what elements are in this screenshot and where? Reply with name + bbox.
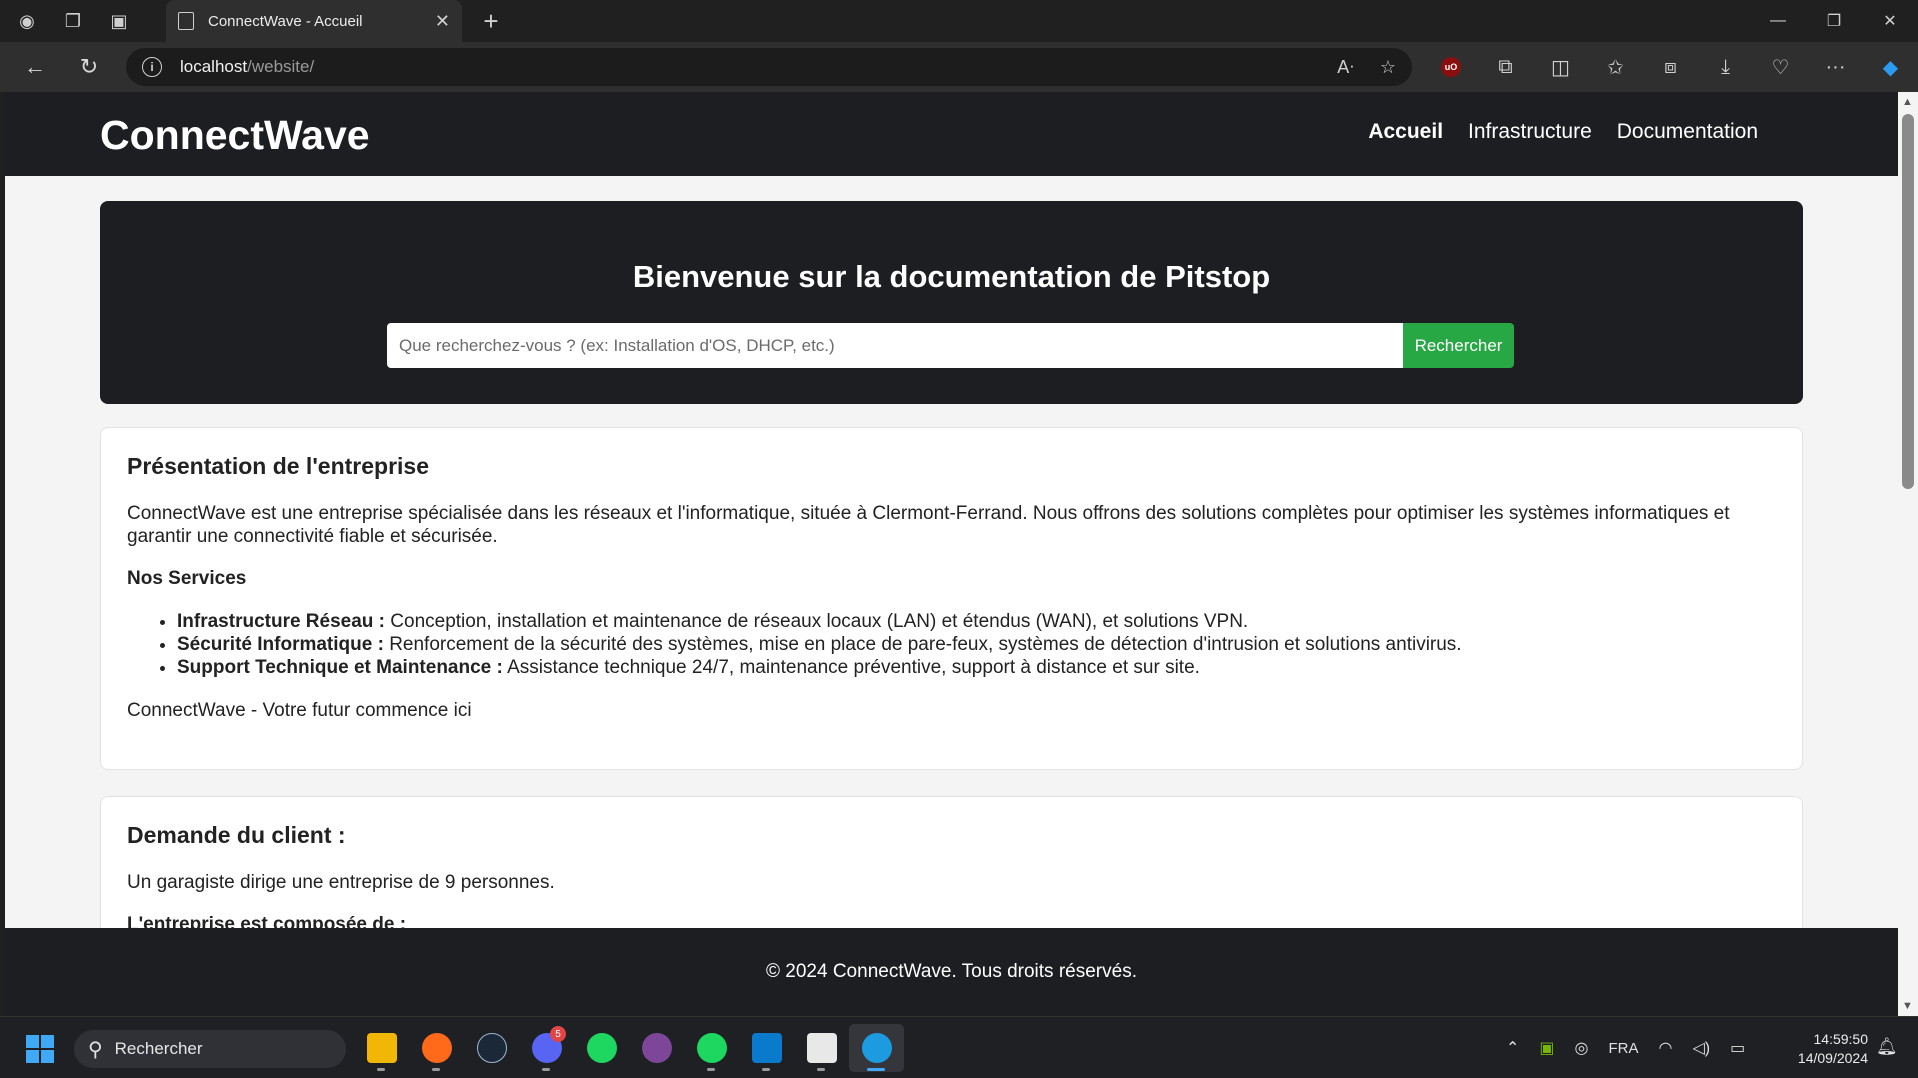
list-item: Sécurité Informatique : Renforcement de … <box>177 633 1776 656</box>
windows-start-icon[interactable] <box>26 1035 54 1063</box>
discord-badge: 5 <box>550 1026 566 1042</box>
page-scrollbar[interactable]: ▲ ▼ <box>1898 92 1918 1016</box>
nav-infrastructure[interactable]: Infrastructure <box>1468 120 1592 144</box>
hero-title: Bienvenue sur la documentation de Pitsto… <box>632 259 1271 294</box>
service-desc: Conception, installation et maintenance … <box>385 611 1249 632</box>
footer-copyright: © 2024 ConnectWave. Tous droits réservés… <box>766 961 1137 982</box>
steam-tray-icon[interactable]: ◎ <box>1575 1038 1589 1058</box>
tab-title: ConnectWave - Accueil <box>208 12 363 30</box>
nav-accueil[interactable]: Accueil <box>1368 120 1443 144</box>
battery-icon[interactable]: ▭ <box>1730 1038 1745 1058</box>
clock[interactable]: 14:59:50 14/09/2024 <box>1786 1030 1868 1068</box>
site-brand[interactable]: ConnectWave <box>100 112 370 159</box>
notification-bell-icon[interactable]: 🔔︎ <box>1876 1037 1898 1057</box>
service-name: Support Technique et Maintenance : <box>177 657 503 678</box>
service-desc: Assistance technique 24/7, maintenance p… <box>502 657 1200 678</box>
steam-icon[interactable] <box>464 1024 519 1072</box>
browser-essentials-icon[interactable]: ♡ <box>1753 42 1808 92</box>
refresh-icon[interactable]: ↻ <box>62 42 116 92</box>
service-desc: Renforcement de la sécurité des systèmes… <box>383 634 1462 655</box>
window-close-icon[interactable]: ✕ <box>1862 0 1918 42</box>
taskbar-search[interactable]: ⚲ Rechercher <box>74 1030 346 1068</box>
site-header: ConnectWave Accueil Infrastructure Docum… <box>5 92 1898 176</box>
presentation-card: Présentation de l'entreprise ConnectWave… <box>100 427 1803 770</box>
browser-extensions: uO ⧉ ◫ ✩ ⧈ ⤓ ♡ ··· ◆ <box>1424 42 1918 92</box>
page-viewport: ConnectWave Accueil Infrastructure Docum… <box>5 92 1898 1016</box>
snipping-tool-icon[interactable] <box>794 1024 849 1072</box>
profile-avatar-icon[interactable]: ◉ <box>4 0 50 42</box>
clock-time: 14:59:50 <box>1813 1031 1869 1047</box>
service-name: Infrastructure Réseau : <box>177 611 386 632</box>
taskbar-search-label: Rechercher <box>114 1039 203 1058</box>
windows-taskbar: ⚲ Rechercher 5 ⌃ ▣ ◎ FRA ◠ ◁) ▭ 14:59:50… <box>0 1016 1918 1078</box>
spotify-icon[interactable] <box>574 1024 629 1072</box>
collections-icon[interactable]: ⧈ <box>1643 42 1698 92</box>
address-bar[interactable]: i localhost/website/ Aᐧ ☆ <box>126 48 1412 86</box>
browser-toolbar: ← ↻ i localhost/website/ Aᐧ ☆ uO ⧉ ◫ ✩ ⧈… <box>0 42 1918 92</box>
tor-browser-icon[interactable] <box>629 1024 684 1072</box>
presentation-intro: ConnectWave est une entreprise spécialis… <box>127 503 1730 547</box>
presentation-title: Présentation de l'entreprise <box>127 453 430 479</box>
back-arrow-icon[interactable]: ← <box>8 42 62 92</box>
file-explorer-icon[interactable] <box>354 1024 409 1072</box>
search-icon: ⚲ <box>88 1038 103 1061</box>
show-hidden-icons-icon[interactable]: ⌃ <box>1506 1038 1519 1058</box>
close-tab-icon[interactable]: ✕ <box>435 11 450 32</box>
list-item: Infrastructure Réseau : Conception, inst… <box>177 610 1776 633</box>
search-input[interactable] <box>387 323 1403 368</box>
browser-tab-active[interactable]: ConnectWave - Accueil ✕ <box>166 0 462 42</box>
system-tray: ⌃ ▣ ◎ FRA ◠ ◁) ▭ <box>1506 1017 1745 1078</box>
copilot-icon[interactable]: ◆ <box>1863 42 1918 92</box>
tagline: ConnectWave - Votre futur commence ici <box>127 700 472 721</box>
nvidia-icon[interactable]: ▣ <box>1539 1038 1554 1058</box>
volume-icon[interactable]: ◁) <box>1692 1038 1710 1058</box>
url-host: localhost <box>180 57 248 76</box>
service-name: Sécurité Informatique : <box>177 634 384 655</box>
clock-date: 14/09/2024 <box>1797 1050 1868 1066</box>
client-text: Un garagiste dirige une entreprise de 9 … <box>127 872 555 893</box>
minimize-icon[interactable]: — <box>1750 0 1806 42</box>
site-info-icon[interactable]: i <box>142 57 162 77</box>
favorite-star-icon[interactable]: ☆ <box>1380 57 1396 78</box>
vscode-icon[interactable] <box>739 1024 794 1072</box>
window-controls: — ❐ ✕ <box>1750 0 1918 42</box>
language-indicator[interactable]: FRA <box>1609 1040 1639 1057</box>
wifi-icon[interactable]: ◠ <box>1659 1038 1673 1058</box>
site-footer: © 2024 ConnectWave. Tous droits réservés… <box>5 928 1898 1016</box>
spotify-alt-icon[interactable] <box>684 1024 739 1072</box>
list-item: Support Technique et Maintenance : Assis… <box>177 656 1776 679</box>
ublock-origin-icon[interactable]: uO <box>1441 57 1461 77</box>
discord-icon[interactable]: 5 <box>519 1024 574 1072</box>
read-aloud-icon[interactable]: Aᐧ <box>1337 57 1354 78</box>
main-nav: Accueil Infrastructure Documentation <box>1368 120 1758 144</box>
extensions-puzzle-icon[interactable]: ⧉ <box>1478 42 1533 92</box>
browser-tab-bar: ◉ ❐ ▣ ConnectWave - Accueil ✕ + — ❐ ✕ <box>0 0 1918 42</box>
client-title: Demande du client : <box>127 822 346 848</box>
vertical-tabs-icon[interactable]: ▣ <box>96 0 142 42</box>
url-path: /website/ <box>247 57 315 76</box>
scroll-down-icon[interactable]: ▼ <box>1902 1000 1913 1012</box>
edge-icon[interactable] <box>849 1024 904 1072</box>
restore-icon[interactable]: ❐ <box>1806 0 1862 42</box>
nav-documentation[interactable]: Documentation <box>1617 120 1758 144</box>
services-title: Nos Services <box>127 568 247 589</box>
services-list: Infrastructure Réseau : Conception, inst… <box>177 610 1776 679</box>
favorites-icon[interactable]: ✩ <box>1588 42 1643 92</box>
firefox-icon[interactable] <box>409 1024 464 1072</box>
page-document-icon <box>178 12 194 30</box>
more-menu-icon[interactable]: ··· <box>1808 42 1863 92</box>
scrollbar-thumb[interactable] <box>1902 114 1914 489</box>
workspaces-icon[interactable]: ❐ <box>50 0 96 42</box>
scroll-up-icon[interactable]: ▲ <box>1902 96 1913 108</box>
new-tab-button[interactable]: + <box>474 0 508 42</box>
hero-banner: Bienvenue sur la documentation de Pitsto… <box>100 201 1803 404</box>
split-screen-icon[interactable]: ◫ <box>1533 42 1588 92</box>
search-button[interactable]: Rechercher <box>1403 323 1514 368</box>
taskbar-apps: 5 <box>354 1024 904 1072</box>
downloads-icon[interactable]: ⤓ <box>1698 42 1753 92</box>
